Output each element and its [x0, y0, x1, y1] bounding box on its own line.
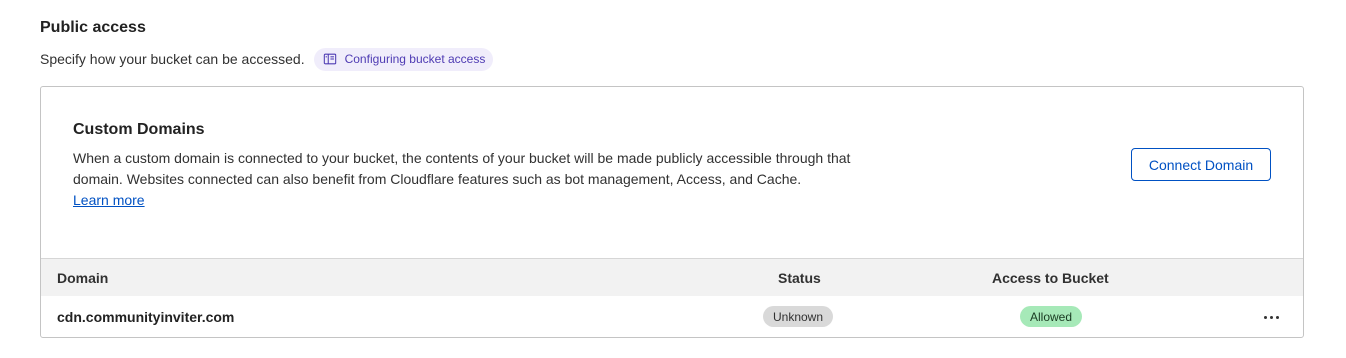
section-description-row: Specify how your bucket can be accessed.…	[40, 47, 494, 71]
custom-domains-description: When a custom domain is connected to you…	[73, 150, 851, 187]
table-row: cdn.communityinviter.com Unknown Allowed	[41, 296, 1303, 337]
custom-domains-description-block: When a custom domain is connected to you…	[73, 148, 873, 211]
learn-more-link[interactable]: Learn more	[73, 192, 145, 208]
domain-cell: cdn.communityinviter.com	[57, 309, 235, 325]
column-header-domain: Domain	[57, 270, 109, 286]
section-description: Specify how your bucket can be accessed.	[40, 51, 305, 67]
custom-domains-title: Custom Domains	[73, 121, 205, 138]
custom-domains-card: Custom Domains When a custom domain is c…	[40, 86, 1304, 338]
table-header: Domain Status Access to Bucket	[41, 258, 1303, 296]
more-horizontal-icon[interactable]	[1258, 308, 1284, 326]
status-badge: Unknown	[763, 306, 833, 327]
domains-table: Domain Status Access to Bucket cdn.commu…	[41, 258, 1303, 337]
book-icon	[323, 52, 337, 66]
column-header-status: Status	[778, 270, 821, 286]
access-badge: Allowed	[1020, 306, 1082, 327]
column-header-access: Access to Bucket	[992, 270, 1109, 286]
connect-domain-button[interactable]: Connect Domain	[1131, 148, 1271, 181]
doc-link-label: Configuring bucket access	[344, 52, 486, 66]
section-title: Public access	[40, 19, 146, 36]
public-access-page: Public access Specify how your bucket ca…	[0, 0, 1346, 358]
configuring-bucket-access-link[interactable]: Configuring bucket access	[313, 47, 494, 71]
